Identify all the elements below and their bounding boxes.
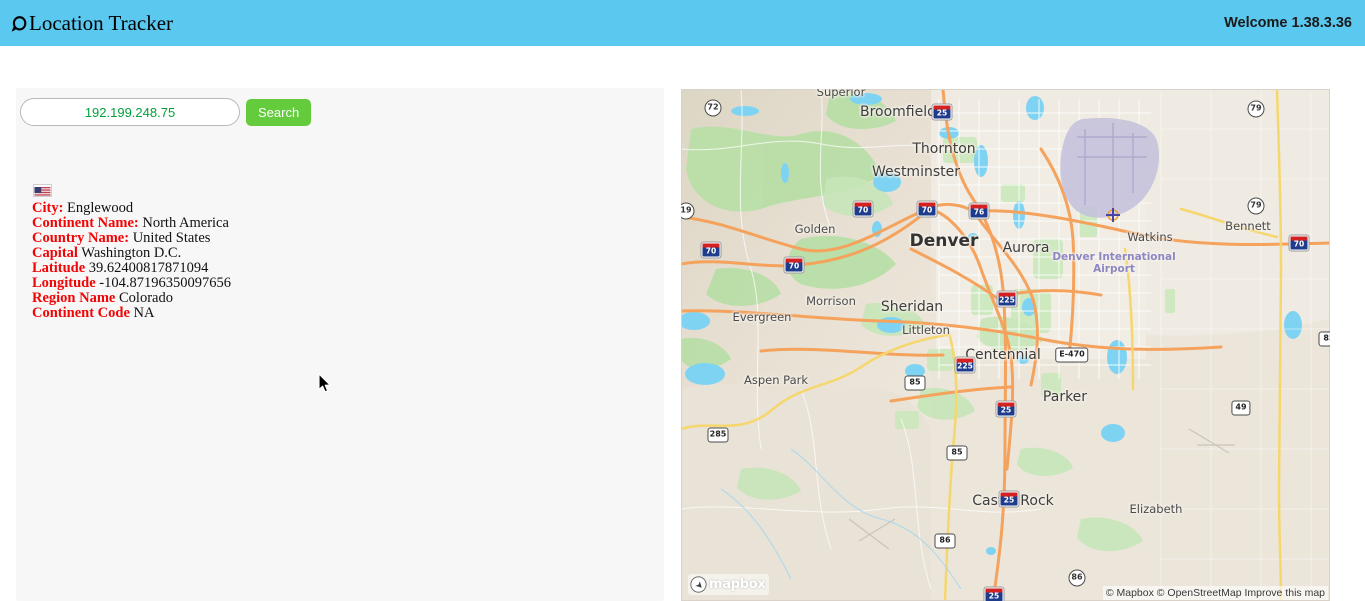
route-shield-25: 25 [1000, 492, 1019, 507]
info-row: Latitude 39.62400817871094 [32, 261, 652, 276]
info-row: Country Name: United States [32, 231, 652, 246]
content-area: Search City: Englewood [0, 46, 1365, 559]
map-attribution[interactable]: © Mapbox © OpenStreetMap Improve this ma… [1103, 586, 1328, 600]
route-shield-72: 72 [705, 100, 722, 117]
route-shield-225: 225 [998, 292, 1017, 307]
brand: Location Tracker [0, 13, 173, 34]
route-shield-70: 70 [702, 243, 721, 258]
mapbox-mark-icon [690, 576, 707, 593]
info-value: United States [133, 230, 211, 246]
info-row: Capital Washington D.C. [32, 246, 652, 261]
info-row: City: Englewood [32, 201, 652, 216]
route-shield-25: 25 [997, 402, 1016, 417]
route-shield-25: 25 [985, 588, 1004, 601]
app-title: Location Tracker [29, 13, 173, 34]
map-tiles [681, 89, 1330, 601]
route-shield-85: 85 [905, 376, 926, 391]
route-shield-76: 76 [970, 204, 989, 219]
route-shield-85: 85 [1319, 332, 1331, 347]
info-label: Region Name [32, 290, 115, 306]
info-value: NA [134, 305, 155, 321]
info-row: Continent Code NA [32, 306, 652, 321]
route-shield-79: 79 [1248, 101, 1265, 118]
info-row: Continent Name: North America [32, 216, 652, 231]
info-value: Colorado [119, 290, 173, 306]
route-shield-70: 70 [854, 202, 873, 217]
info-panel: Search City: Englewood [16, 88, 664, 601]
mapbox-wordmark: mapbox [709, 577, 765, 592]
info-label: Country Name: [32, 230, 129, 246]
circular-arrow-icon [11, 15, 28, 33]
search-button[interactable]: Search [246, 99, 311, 126]
app-header: Location Tracker Welcome 1.38.3.36 [0, 0, 1365, 46]
route-shield-70: 70 [785, 258, 804, 273]
route-shield-285: 285 [708, 428, 729, 443]
route-shield-225: 225 [956, 358, 975, 373]
info-label: Longitude [32, 275, 96, 291]
us-flag-icon [33, 184, 52, 197]
info-label: Continent Code [32, 305, 130, 321]
info-value: 39.62400817871094 [89, 260, 209, 276]
search-row: Search [20, 98, 311, 126]
route-shield-25: 25 [933, 105, 952, 120]
info-label: Continent Name: [32, 215, 139, 231]
route-shield-86: 86 [1069, 570, 1086, 587]
info-row: Region Name Colorado [32, 291, 652, 306]
welcome-label: Welcome 1.38.3.36 [1224, 15, 1365, 31]
info-value: Washington D.C. [81, 245, 181, 261]
route-shield-85: 85 [947, 446, 968, 461]
route-shield-86: 86 [935, 534, 956, 549]
info-label: City: [32, 200, 63, 216]
info-label: Latitude [32, 260, 85, 276]
mapbox-logo[interactable]: mapbox [688, 574, 769, 595]
info-label: Capital [32, 245, 78, 261]
ip-search-input[interactable] [20, 98, 240, 126]
route-shield-E-470: E-470 [1055, 348, 1088, 363]
info-row: Longitude -104.87196350097656 [32, 276, 652, 291]
route-shield-79: 79 [1248, 198, 1265, 215]
info-value: -104.87196350097656 [99, 275, 231, 291]
map-view[interactable]: SuperiorBroomfieldThorntonWestminsterGol… [681, 89, 1330, 601]
route-shield-70: 70 [918, 202, 937, 217]
info-value: North America [142, 215, 229, 231]
route-shield-70: 70 [1290, 236, 1309, 251]
info-value: Englewood [67, 200, 133, 216]
route-shield-49: 49 [1231, 401, 1250, 416]
location-info-list: City: Englewood Continent Name: North Am… [32, 201, 652, 321]
